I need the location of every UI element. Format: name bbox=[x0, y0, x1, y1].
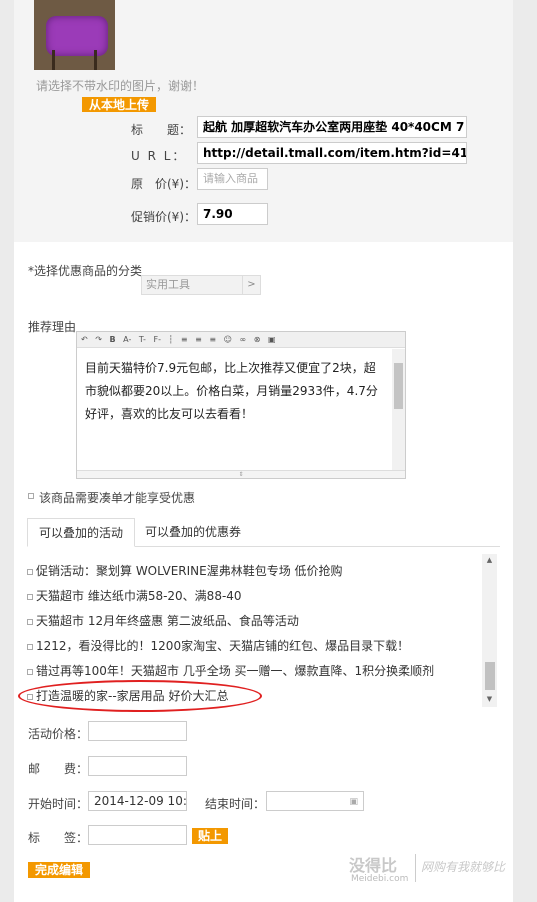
unlink-icon[interactable]: ⊗ bbox=[254, 335, 261, 344]
activity-price-label: 活动价格： bbox=[28, 727, 89, 741]
postage-label: 邮 费： bbox=[28, 762, 89, 776]
align-left-icon[interactable]: ≡ bbox=[181, 335, 188, 344]
separator-icon: ┆ bbox=[168, 335, 174, 344]
original-price-field[interactable]: 请输入商品 bbox=[197, 168, 268, 190]
category-select[interactable]: 实用工具 > bbox=[141, 275, 261, 295]
tab-stackable-activities[interactable]: 可以叠加的活动 bbox=[27, 518, 136, 547]
reason-text[interactable]: 目前天猫特价7.9元包邮，比上次推荐又便宜了2块，超市貌似都要20以上。价格白菜… bbox=[85, 357, 385, 426]
reason-editor[interactable]: ↶ ↷ B A- T- F- ┆ ≡ ≡ ≡ ☺ ∞ ⊗ ▣ 目前天猫特价7.9… bbox=[76, 331, 406, 479]
watermark: 没得比 Meidebi.com 网购有我就够比 bbox=[345, 848, 535, 888]
activity-scrollbar-thumb[interactable] bbox=[485, 662, 495, 690]
font-color-icon[interactable]: A- bbox=[123, 335, 131, 344]
tab-bar: 可以叠加的活动 可以叠加的优惠券 bbox=[27, 518, 500, 547]
upload-tip: 请选择不带水印的图片，谢谢！ bbox=[36, 79, 205, 93]
editor-scrollbar-thumb[interactable] bbox=[394, 363, 403, 409]
image-icon[interactable]: ▣ bbox=[268, 335, 276, 344]
link-icon[interactable]: ∞ bbox=[240, 335, 247, 344]
start-time-label: 开始时间： bbox=[28, 797, 89, 811]
tags-label: 标 签： bbox=[28, 831, 89, 845]
chevron-right-icon[interactable]: > bbox=[242, 276, 260, 294]
list-item[interactable]: 天猫超市 维达纸巾满58-20、满88-40 bbox=[27, 587, 242, 604]
tags-field[interactable] bbox=[88, 825, 187, 845]
original-price-label: 原 价(¥)： bbox=[131, 177, 196, 191]
end-time-label: 结束时间： bbox=[205, 797, 266, 811]
category-label: *选择优惠商品的分类 bbox=[28, 264, 143, 278]
finish-edit-button[interactable]: 完成编辑 bbox=[28, 862, 90, 878]
list-item[interactable]: 促销活动：聚划算 WOLVERINE渥弗林鞋包专场 低价抢购 bbox=[27, 562, 343, 579]
end-time-field[interactable]: ▣ bbox=[266, 791, 364, 811]
combine-order-checkbox[interactable] bbox=[28, 493, 34, 499]
start-time-field[interactable]: 2014-12-09 10:2 bbox=[88, 791, 187, 811]
watermark-logo: 没得比 bbox=[349, 856, 398, 875]
font-size-icon[interactable]: T- bbox=[139, 335, 146, 344]
local-upload-button[interactable]: 从本地上传 bbox=[82, 97, 156, 112]
watermark-url: Meidebi.com bbox=[351, 874, 409, 884]
list-item[interactable]: 1212，看没得比的！1200家淘宝、天猫店铺的红包、爆品目录下载！ bbox=[27, 637, 409, 654]
postage-field[interactable] bbox=[88, 756, 187, 776]
activity-checkbox[interactable] bbox=[27, 593, 33, 600]
scroll-down-icon[interactable]: ▼ bbox=[482, 695, 497, 707]
editor-resize-handle[interactable]: ⇕ bbox=[77, 470, 405, 478]
highlight-oval bbox=[18, 680, 262, 712]
activity-checkbox[interactable] bbox=[27, 643, 33, 650]
combine-order-label: 该商品需要凑单才能享受优惠 bbox=[39, 491, 196, 505]
reason-label: 推荐理由 bbox=[28, 320, 77, 334]
list-item[interactable]: 天猫超市 12月年终盛惠 第二波纸品、食品等活动 bbox=[27, 612, 299, 629]
activity-checkbox[interactable] bbox=[27, 568, 33, 575]
cushion-image bbox=[46, 16, 108, 56]
emoticon-icon[interactable]: ☺ bbox=[224, 335, 232, 344]
undo-icon[interactable]: ↶ bbox=[81, 335, 88, 344]
activity-price-field[interactable] bbox=[88, 721, 187, 741]
product-thumbnail bbox=[34, 0, 115, 70]
align-right-icon[interactable]: ≡ bbox=[209, 335, 216, 344]
font-family-icon[interactable]: F- bbox=[153, 335, 161, 344]
bold-icon[interactable]: B bbox=[110, 335, 116, 344]
activity-checkbox[interactable] bbox=[27, 618, 33, 625]
promo-price-label: 促销价(¥)： bbox=[131, 210, 196, 224]
scroll-up-icon[interactable]: ▲ bbox=[482, 556, 497, 568]
tab-stackable-coupons[interactable]: 可以叠加的优惠券 bbox=[134, 518, 252, 547]
promo-price-field[interactable]: 7.90 bbox=[197, 203, 268, 225]
watermark-divider bbox=[415, 854, 416, 882]
editor-scrollbar[interactable] bbox=[392, 349, 405, 471]
paste-button[interactable]: 贴上 bbox=[192, 828, 228, 844]
calendar-icon[interactable]: ▣ bbox=[349, 792, 358, 810]
url-field[interactable]: http://detail.tmall.com/item.htm?id=4111 bbox=[197, 142, 467, 164]
activity-scrollbar[interactable]: ▲ ▼ bbox=[482, 554, 497, 707]
title-field[interactable]: 起航 加厚超软汽车办公室两用座垫 40*40CM 7 bbox=[197, 116, 467, 138]
editor-toolbar: ↶ ↷ B A- T- F- ┆ ≡ ≡ ≡ ☺ ∞ ⊗ ▣ bbox=[77, 332, 405, 348]
list-item[interactable]: 错过再等100年！天猫超市 几乎全场 买一赠一、爆款直降、1积分换柔顺剂 bbox=[27, 662, 434, 679]
watermark-slogan: 网购有我就够比 bbox=[421, 860, 506, 874]
url-label: U R L： bbox=[131, 149, 187, 163]
activity-checkbox[interactable] bbox=[27, 668, 33, 675]
category-selected-value: 实用工具 bbox=[146, 278, 190, 291]
redo-icon[interactable]: ↷ bbox=[95, 335, 102, 344]
title-label: 标 题： bbox=[131, 123, 192, 137]
align-center-icon[interactable]: ≡ bbox=[195, 335, 202, 344]
